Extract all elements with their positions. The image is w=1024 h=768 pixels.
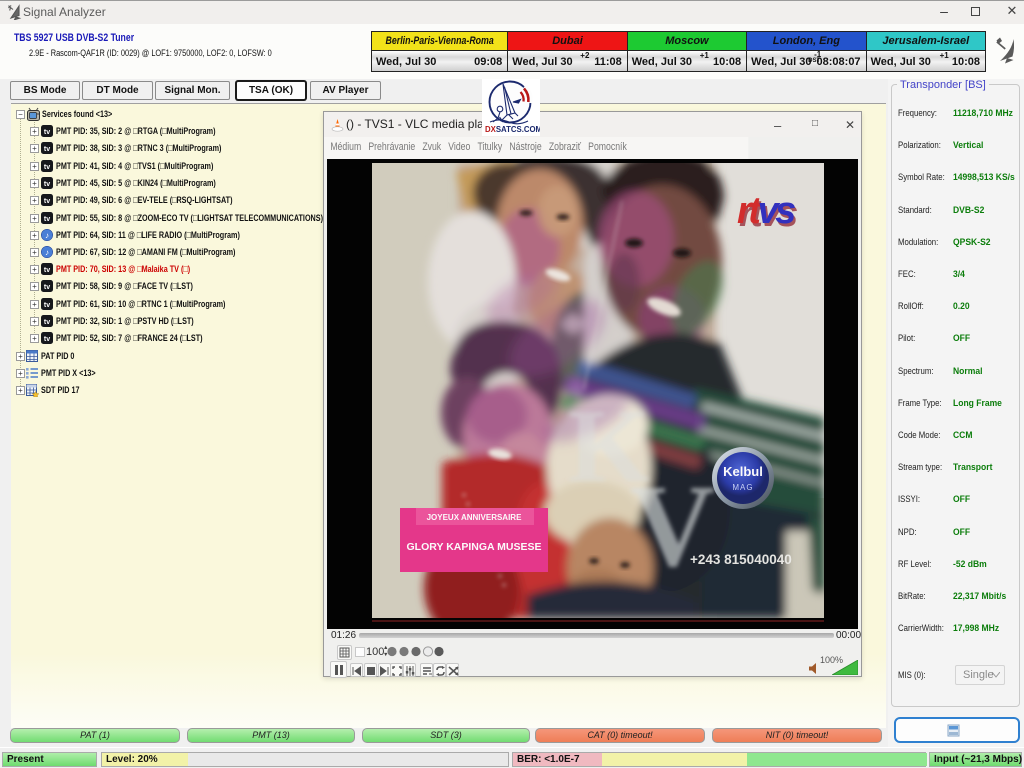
svg-text:DXSATCS.COM: DXSATCS.COM — [485, 125, 540, 134]
